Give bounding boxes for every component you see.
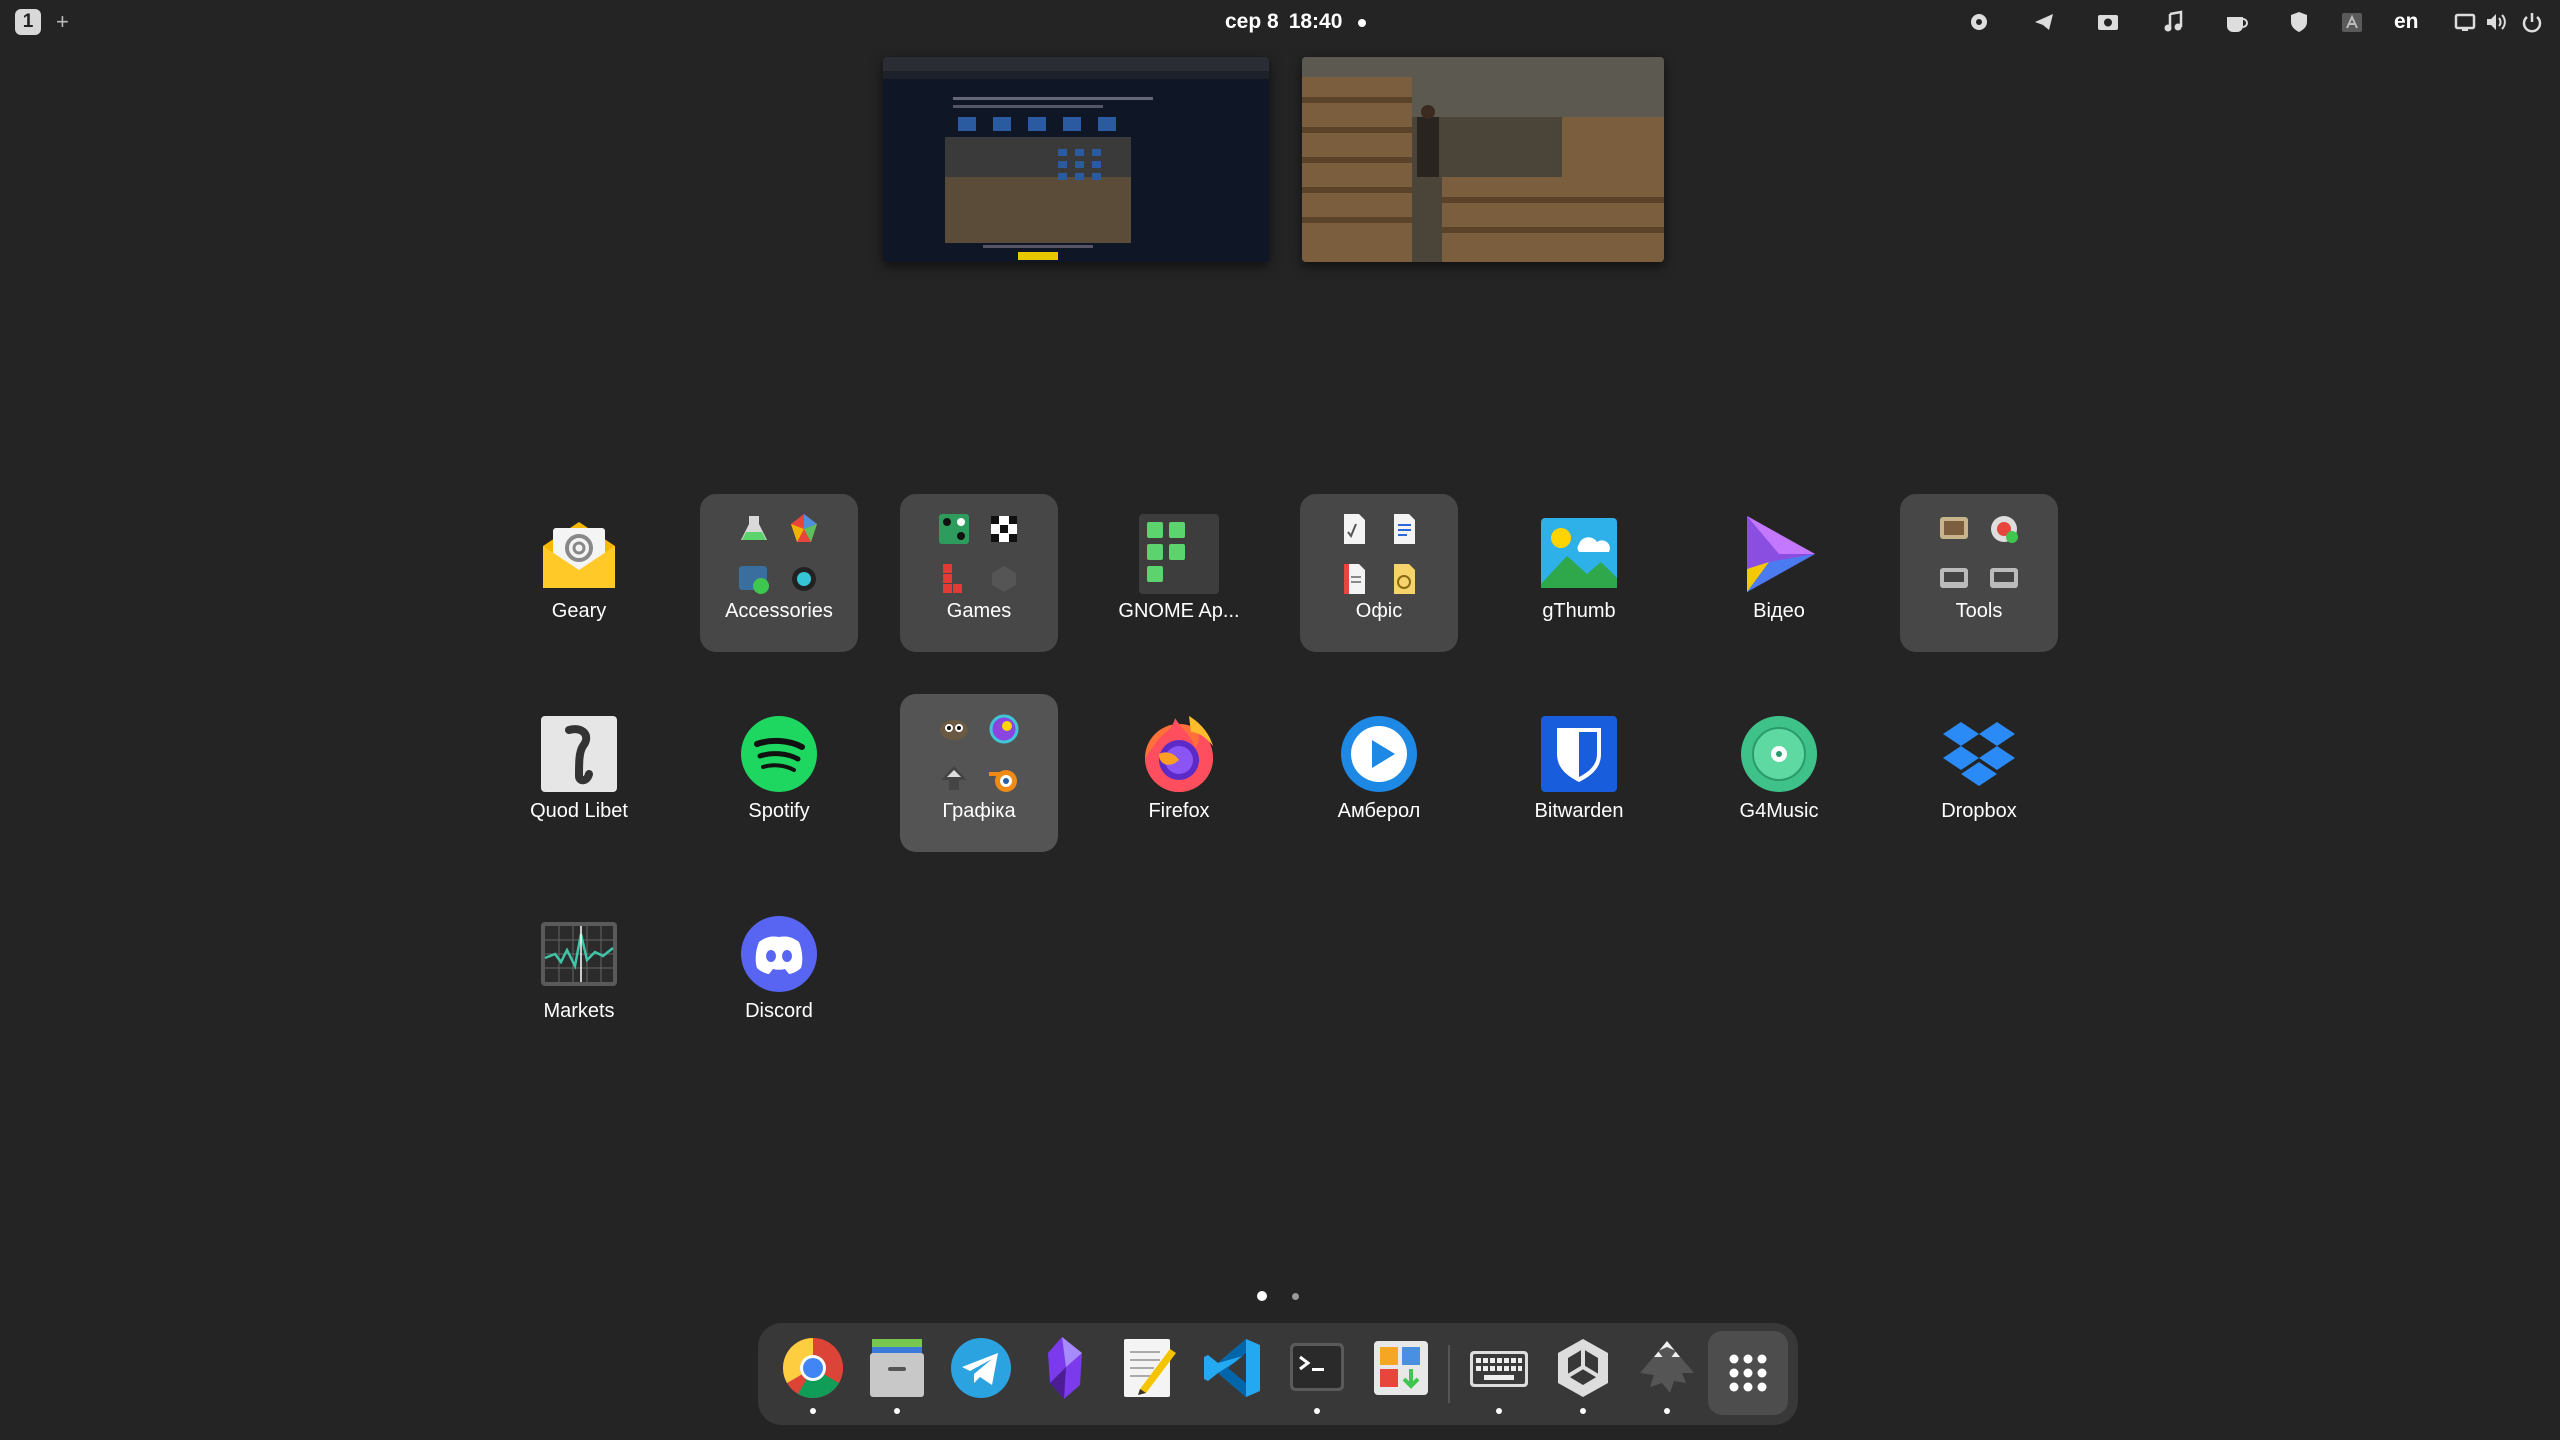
app-g4music[interactable]: G4Music	[1700, 694, 1858, 852]
app-label: Geary	[551, 600, 607, 622]
dock-vscode[interactable]	[1198, 1333, 1268, 1403]
vscode-icon	[1204, 1339, 1260, 1397]
dock-separator	[1448, 1345, 1450, 1403]
page-indicator-2[interactable]	[1292, 1293, 1299, 1300]
app-gnome-apps[interactable]: GNOME Ap...	[1100, 494, 1258, 652]
dock-text-editor[interactable]	[1114, 1333, 1184, 1403]
folder-games[interactable]: Games	[900, 494, 1058, 652]
app-label: Офіс	[1355, 600, 1403, 622]
text-editor-icon	[1124, 1339, 1176, 1397]
dock-obsidian[interactable]	[1030, 1333, 1100, 1403]
app-geary[interactable]: Geary	[500, 494, 658, 652]
discord-icon	[741, 916, 817, 992]
app-label: GNOME Ap...	[1118, 600, 1240, 622]
dock-unity[interactable]	[1548, 1333, 1618, 1414]
app-discord[interactable]: Discord	[700, 894, 858, 1052]
unity-icon	[1558, 1339, 1608, 1397]
video-player-icon	[1747, 516, 1815, 592]
bitwarden-icon	[1541, 716, 1617, 792]
app-bitwarden[interactable]: Bitwarden	[1500, 694, 1658, 852]
app-grid: Geary Accessories Games GNOME Ap... Офіс…	[0, 0, 2560, 1440]
show-apps-grid-icon	[1729, 1354, 1767, 1392]
app-label: Spotify	[748, 800, 810, 822]
app-label: G4Music	[1739, 800, 1819, 822]
app-label: Discord	[745, 1000, 813, 1022]
app-label: Tools	[1955, 600, 2003, 622]
spotify-icon	[741, 716, 817, 792]
dock-terminal[interactable]	[1282, 1333, 1352, 1414]
app-label: Accessories	[725, 600, 833, 622]
firefox-icon	[1145, 716, 1213, 792]
telegram-icon	[951, 1338, 1011, 1398]
dock-telegram[interactable]	[946, 1333, 1016, 1403]
app-gthumb[interactable]: gThumb	[1500, 494, 1658, 652]
app-label: Графіка	[942, 800, 1016, 822]
quod-libet-icon	[541, 716, 617, 792]
app-label: Games	[946, 600, 1012, 622]
running-indicator	[1664, 1408, 1670, 1414]
gnome-apps-icon	[1139, 514, 1219, 594]
office-folder-icon	[1339, 514, 1419, 594]
app-video[interactable]: Відео	[1700, 494, 1858, 652]
app-markets[interactable]: Markets	[500, 894, 658, 1052]
files-icon	[870, 1339, 924, 1397]
app-label: gThumb	[1542, 600, 1616, 622]
gthumb-icon	[1541, 518, 1617, 588]
app-firefox[interactable]: Firefox	[1100, 694, 1258, 852]
app-label: Dropbox	[1941, 800, 2017, 822]
app-label: Markets	[543, 1000, 615, 1022]
folder-tools[interactable]: Tools	[1900, 494, 2058, 652]
chrome-icon	[782, 1338, 844, 1399]
dock-files[interactable]	[862, 1333, 932, 1414]
folder-graphics[interactable]: Графіка	[900, 694, 1058, 852]
app-quod-libet[interactable]: Quod Libet	[500, 694, 658, 852]
app-dropbox[interactable]: Dropbox	[1900, 694, 2058, 852]
dock-keyboard[interactable]	[1464, 1333, 1534, 1414]
app-label: Firefox	[1148, 800, 1210, 822]
dock-chrome[interactable]	[778, 1333, 848, 1414]
dock-software[interactable]	[1366, 1333, 1436, 1403]
app-spotify[interactable]: Spotify	[700, 694, 858, 852]
dropbox-icon	[1943, 722, 2015, 786]
g4music-icon	[1741, 716, 1817, 792]
inkscape-icon	[1640, 1341, 1694, 1393]
running-indicator	[894, 1408, 900, 1414]
app-amberol[interactable]: Амберол	[1300, 694, 1458, 852]
accessories-folder-icon	[739, 514, 819, 594]
app-label: Відео	[1753, 600, 1805, 622]
show-apps-button[interactable]	[1708, 1331, 1788, 1415]
graphics-folder-icon	[939, 714, 1019, 794]
running-indicator	[1580, 1408, 1586, 1414]
obsidian-icon	[1048, 1337, 1082, 1399]
geary-mail-icon	[543, 522, 615, 588]
folder-accessories[interactable]: Accessories	[700, 494, 858, 652]
games-folder-icon	[939, 514, 1019, 594]
app-label: Амберол	[1337, 800, 1421, 822]
terminal-icon	[1290, 1343, 1344, 1391]
running-indicator	[1496, 1408, 1502, 1414]
folder-office[interactable]: Офіс	[1300, 494, 1458, 652]
app-label: Quod Libet	[530, 800, 628, 822]
markets-icon	[541, 922, 617, 986]
dock-inkscape[interactable]	[1632, 1333, 1702, 1414]
page-indicator-1[interactable]	[1257, 1291, 1267, 1301]
app-label: Bitwarden	[1534, 800, 1624, 822]
software-center-icon	[1374, 1341, 1428, 1395]
running-indicator	[1314, 1408, 1320, 1414]
tools-folder-icon	[1939, 514, 2019, 594]
running-indicator	[810, 1408, 816, 1414]
dock	[758, 1323, 1798, 1425]
amberol-icon	[1341, 716, 1417, 792]
keyboard-icon	[1470, 1351, 1528, 1387]
